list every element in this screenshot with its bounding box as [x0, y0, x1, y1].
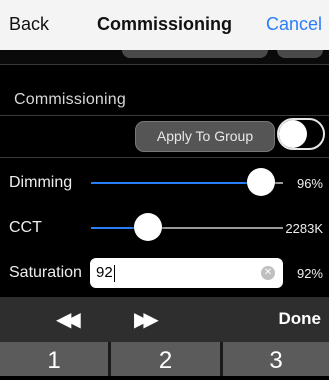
clear-icon[interactable]: ✕	[261, 266, 275, 280]
apply-to-group-button[interactable]: Apply To Group	[135, 121, 275, 152]
cct-slider-track[interactable]	[91, 227, 283, 229]
dimming-slider-knob[interactable]	[247, 168, 275, 196]
cct-label: CCT	[9, 219, 42, 236]
apply-to-group-toggle[interactable]	[277, 118, 325, 150]
cct-slider-knob[interactable]	[134, 213, 162, 241]
key-1[interactable]: 1	[0, 342, 108, 376]
key-3[interactable]: 3	[223, 342, 329, 376]
cutoff-row: ​	[0, 50, 329, 64]
done-button[interactable]: Done	[279, 309, 322, 329]
divider	[0, 157, 329, 158]
navigation-bar: Back Commissioning Cancel	[0, 0, 329, 50]
numeric-keypad: 1 2 3	[0, 342, 329, 376]
saturation-input[interactable]: 92 ✕	[90, 258, 283, 288]
cutoff-row-button[interactable]	[277, 50, 323, 58]
cutoff-row-field[interactable]	[122, 50, 268, 58]
fast-forward-icon[interactable]: ▶▶	[134, 307, 159, 332]
rewind-icon[interactable]: ◀◀	[56, 307, 81, 332]
dimming-slider-fill	[91, 182, 261, 184]
divider	[0, 115, 329, 116]
dimming-value: 96%	[296, 176, 323, 191]
divider	[0, 64, 329, 65]
saturation-label: Saturation	[9, 264, 82, 281]
saturation-input-text: 92	[96, 264, 113, 281]
dimming-label: Dimming	[9, 174, 73, 191]
text-caret	[114, 265, 115, 282]
cancel-button[interactable]: Cancel	[266, 14, 322, 35]
section-header: Commissioning	[14, 91, 126, 108]
saturation-value: 92%	[296, 266, 323, 281]
toggle-knob	[279, 120, 307, 148]
keyboard-toolbar: ◀◀ ▶▶ Done	[0, 297, 329, 342]
cct-value: 2283K	[285, 221, 323, 236]
key-2[interactable]: 2	[111, 342, 220, 376]
